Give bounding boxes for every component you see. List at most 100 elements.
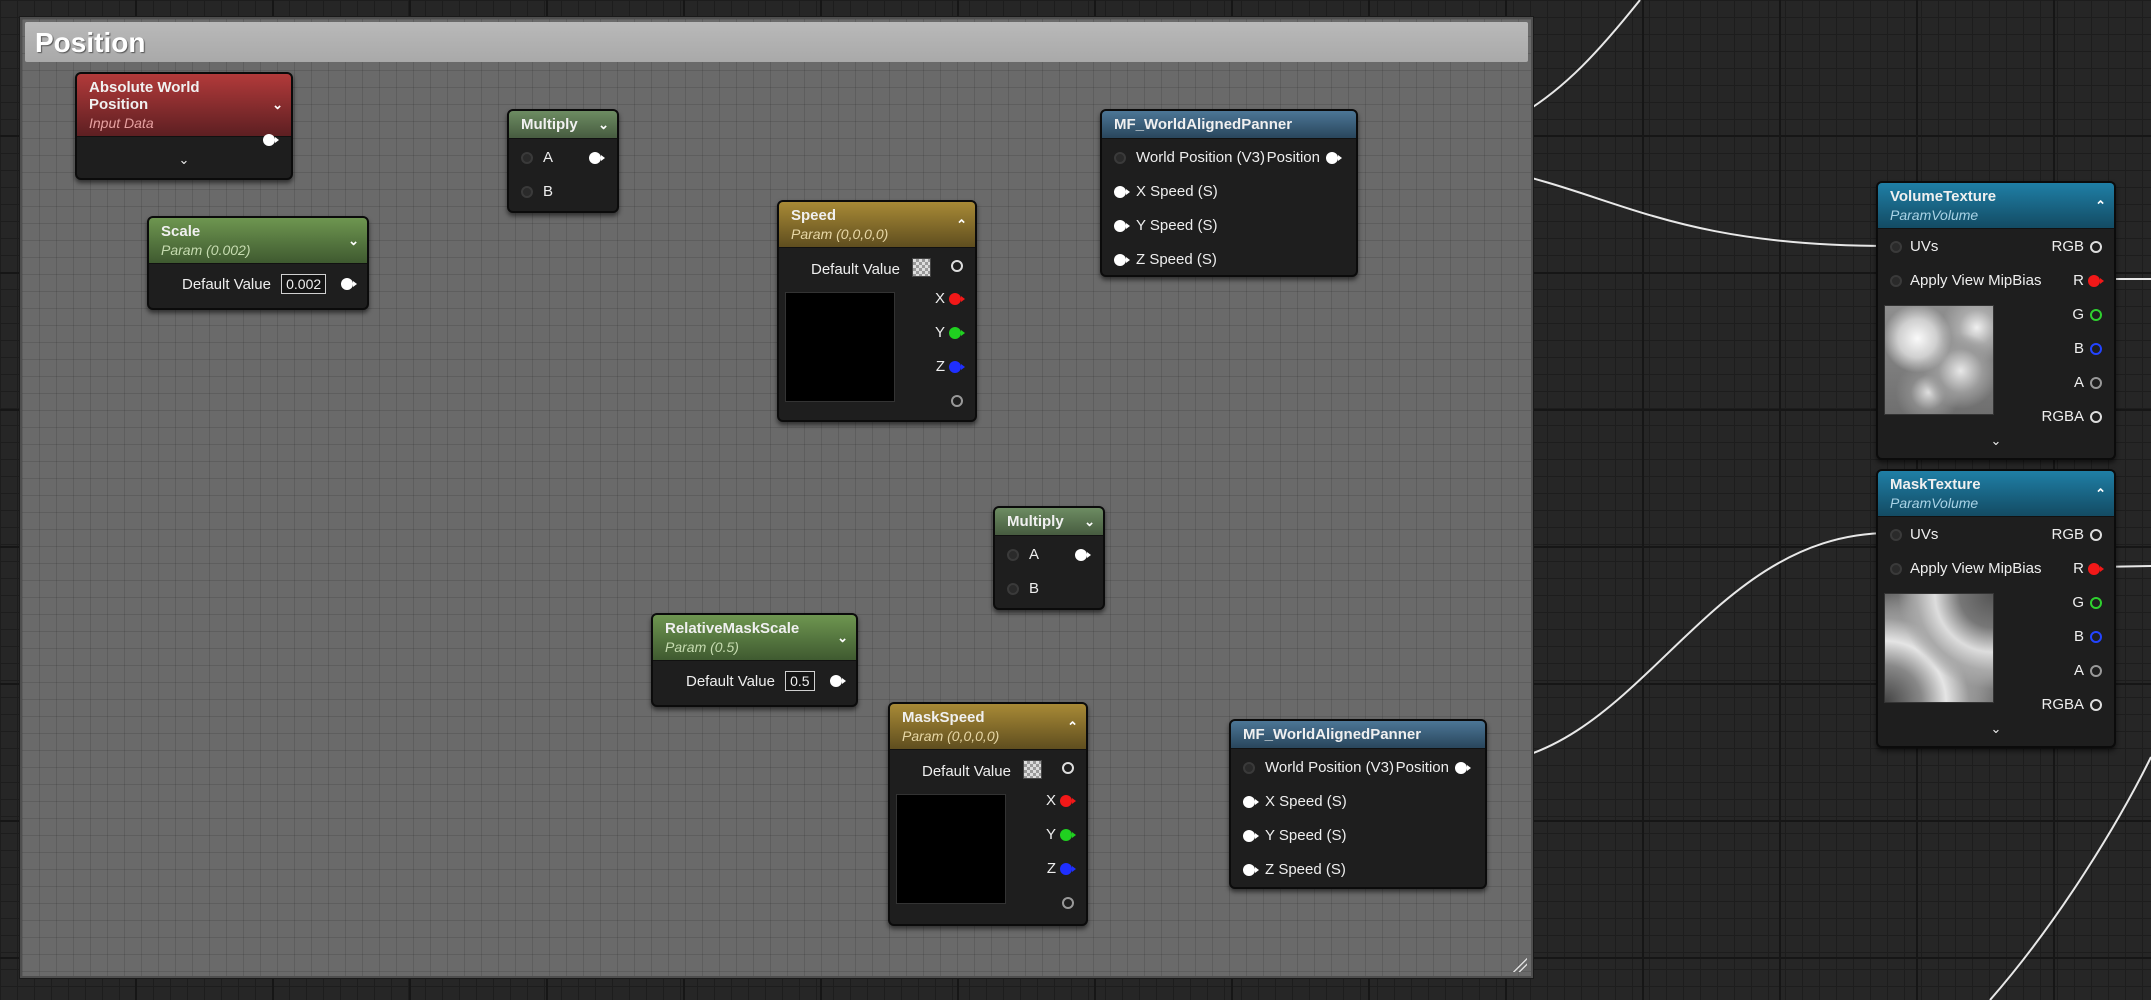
output-pin-position[interactable] <box>1455 762 1471 774</box>
pin-label-g: G <box>2072 306 2084 323</box>
pin-label-position: Position <box>1266 149 1320 166</box>
chevron-up-icon[interactable]: ⌃ <box>1067 719 1078 735</box>
node-header[interactable]: Multiply ⌄ <box>509 111 617 139</box>
node-relativemaskscale-param[interactable]: RelativeMaskScale Param (0.5) ⌄ Default … <box>651 613 858 707</box>
output-pin-z[interactable] <box>949 361 965 373</box>
output-pin-r[interactable] <box>2088 275 2104 287</box>
output-pin[interactable] <box>830 675 846 687</box>
node-maskspeed-param[interactable]: MaskSpeed Param (0,0,0,0) ⌃ Default Valu… <box>888 702 1088 926</box>
input-pin-world-position[interactable] <box>1243 762 1255 774</box>
input-pin-y-speed[interactable] <box>1243 830 1259 842</box>
input-pin-x-speed[interactable] <box>1114 186 1130 198</box>
node-worldalignedpanner[interactable]: MF_WorldAlignedPanner World Position (V3… <box>1229 719 1487 889</box>
node-absolute-world-position[interactable]: Absolute World Position Input Data ⌄ ⌄ <box>75 72 293 180</box>
output-pin-a[interactable] <box>2090 377 2102 389</box>
input-pin-b[interactable] <box>1007 583 1019 595</box>
output-pin-b[interactable] <box>2090 631 2102 643</box>
node-header[interactable]: Speed Param (0,0,0,0) ⌃ <box>779 202 975 248</box>
node-title: RelativeMaskScale <box>665 620 800 637</box>
output-pin-x[interactable] <box>1060 795 1076 807</box>
color-preview <box>896 794 1006 904</box>
output-pin-position[interactable] <box>1326 152 1342 164</box>
expand-chevron-icon[interactable]: ⌄ <box>1878 721 2114 737</box>
node-header[interactable]: Absolute World Position Input Data ⌄ <box>77 74 291 137</box>
node-header[interactable]: MaskSpeed Param (0,0,0,0) ⌃ <box>890 704 1086 750</box>
output-pin-rgba[interactable] <box>2090 699 2102 711</box>
chevron-up-icon[interactable]: ⌃ <box>956 217 967 233</box>
chevron-down-icon[interactable]: ⌄ <box>1084 514 1095 530</box>
pin-label-world-position: World Position (V3) <box>1265 759 1394 776</box>
output-pin-y[interactable] <box>949 327 965 339</box>
pin-label-r: R <box>2073 560 2084 577</box>
node-title: Multiply <box>521 116 578 133</box>
default-value-input[interactable]: 0.5 <box>785 671 815 691</box>
chevron-up-icon[interactable]: ⌃ <box>2095 486 2106 502</box>
node-multiply[interactable]: Multiply ⌄ A B <box>993 506 1105 610</box>
output-pin-a[interactable] <box>2090 665 2102 677</box>
node-volumetexture[interactable]: VolumeTexture ParamVolume ⌃ UVs Apply Vi… <box>1876 181 2116 460</box>
input-pin-a[interactable] <box>1007 549 1019 561</box>
output-pin-x[interactable] <box>949 293 965 305</box>
node-speed-param[interactable]: Speed Param (0,0,0,0) ⌃ Default Value X … <box>777 200 977 422</box>
expand-chevron-icon[interactable]: ⌄ <box>1878 433 2114 449</box>
pin-label-y: Y <box>934 324 945 341</box>
output-pin[interactable] <box>341 278 357 290</box>
color-swatch-icon[interactable] <box>1023 760 1043 779</box>
node-header[interactable]: MaskTexture ParamVolume ⌃ <box>1878 471 2114 517</box>
input-pin-uvs[interactable] <box>1890 241 1902 253</box>
node-title: Multiply <box>1007 513 1064 530</box>
chevron-down-icon[interactable]: ⌄ <box>272 97 283 113</box>
output-pin[interactable] <box>263 134 279 146</box>
output-pin-r[interactable] <box>2088 563 2104 575</box>
output-pin-rgb[interactable] <box>2090 241 2102 253</box>
pin-label-x: X <box>1045 792 1056 809</box>
node-header[interactable]: Multiply ⌄ <box>995 508 1103 536</box>
node-header[interactable]: RelativeMaskScale Param (0.5) ⌄ <box>653 615 856 661</box>
node-title: MF_WorldAlignedPanner <box>1243 726 1422 743</box>
input-pin-z-speed[interactable] <box>1243 864 1259 876</box>
node-header[interactable]: MF_WorldAlignedPanner <box>1102 111 1356 139</box>
chevron-up-icon[interactable]: ⌃ <box>2095 198 2106 214</box>
node-header[interactable]: VolumeTexture ParamVolume ⌃ <box>1878 183 2114 229</box>
node-masktexture[interactable]: MaskTexture ParamVolume ⌃ UVs Apply View… <box>1876 469 2116 748</box>
input-pin-a[interactable] <box>521 152 533 164</box>
node-worldalignedpanner[interactable]: MF_WorldAlignedPanner World Position (V3… <box>1100 109 1358 277</box>
output-pin-rgba[interactable] <box>2090 411 2102 423</box>
node-title: MaskTexture <box>1890 476 1981 493</box>
comment-title[interactable]: Position <box>25 22 1528 62</box>
node-header[interactable]: MF_WorldAlignedPanner <box>1231 721 1485 749</box>
output-pin-rgba[interactable] <box>951 260 963 272</box>
node-scale-param[interactable]: Scale Param (0.002) ⌄ Default Value 0.00… <box>147 216 369 310</box>
output-pin-rgba[interactable] <box>1062 762 1074 774</box>
output-pin-b[interactable] <box>2090 343 2102 355</box>
color-swatch-icon[interactable] <box>912 258 932 277</box>
expand-chevron-icon[interactable]: ⌄ <box>77 152 291 168</box>
input-pin-y-speed[interactable] <box>1114 220 1130 232</box>
output-pin-g[interactable] <box>2090 597 2102 609</box>
input-pin-uvs[interactable] <box>1890 529 1902 541</box>
output-pin-z[interactable] <box>1060 863 1076 875</box>
output-pin[interactable] <box>1075 549 1091 561</box>
output-pin-y[interactable] <box>1060 829 1076 841</box>
input-pin-z-speed[interactable] <box>1114 254 1130 266</box>
texture-thumbnail <box>1884 593 1994 703</box>
node-multiply[interactable]: Multiply ⌄ A B <box>507 109 619 213</box>
output-pin-alpha[interactable] <box>1062 897 1074 909</box>
input-pin-world-position[interactable] <box>1114 152 1126 164</box>
output-pin[interactable] <box>589 152 605 164</box>
chevron-down-icon[interactable]: ⌄ <box>837 630 848 646</box>
chevron-down-icon[interactable]: ⌄ <box>598 117 609 133</box>
input-pin-x-speed[interactable] <box>1243 796 1259 808</box>
node-header[interactable]: Scale Param (0.002) ⌄ <box>149 218 367 264</box>
input-pin-mipbias[interactable] <box>1890 275 1902 287</box>
input-pin-b[interactable] <box>521 186 533 198</box>
output-pin-rgb[interactable] <box>2090 529 2102 541</box>
pin-label-y-speed: Y Speed (S) <box>1136 217 1218 234</box>
chevron-down-icon[interactable]: ⌄ <box>348 233 359 249</box>
pin-label-x-speed: X Speed (S) <box>1265 793 1347 810</box>
output-pin-g[interactable] <box>2090 309 2102 321</box>
input-pin-mipbias[interactable] <box>1890 563 1902 575</box>
default-value-input[interactable]: 0.002 <box>281 274 327 294</box>
output-pin-alpha[interactable] <box>951 395 963 407</box>
resize-grip-icon[interactable] <box>1511 956 1527 972</box>
